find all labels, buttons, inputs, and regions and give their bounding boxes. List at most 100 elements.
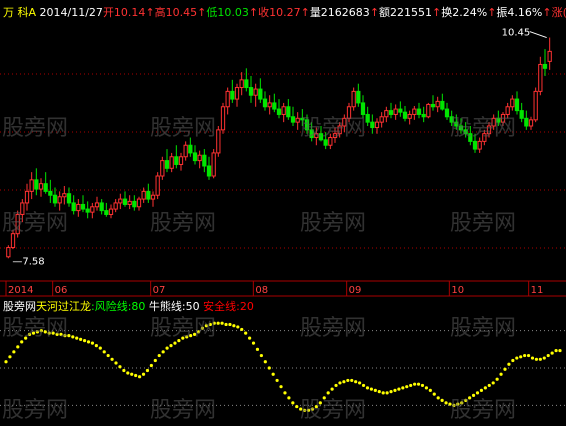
candle-body — [71, 202, 76, 212]
candle-body — [524, 117, 529, 127]
indicator-dot — [86, 340, 91, 344]
watermark: 股旁网 — [450, 211, 517, 236]
candle-body — [122, 198, 128, 205]
indicator-dot — [554, 348, 558, 353]
indicator-dot — [503, 367, 507, 371]
indicator-dot — [295, 404, 299, 409]
max-price-label: 10.45 — [502, 28, 531, 39]
header-item: 额221551 — [379, 6, 432, 19]
watermark: 股旁网 — [450, 116, 517, 141]
candle-body — [150, 194, 156, 200]
candle-body — [253, 88, 258, 96]
header-item: ↑ — [487, 6, 496, 19]
candle-body — [146, 190, 151, 200]
candle-body — [379, 116, 384, 123]
header-item: 涨(0.17) — [552, 6, 566, 19]
indicator-dot — [432, 392, 436, 396]
candle-body — [155, 175, 160, 196]
indicator-dot — [287, 396, 291, 400]
indicator-dot — [228, 322, 232, 327]
candle-body — [206, 165, 212, 177]
candle-body — [6, 247, 11, 258]
header-item: 2014/11/27 — [40, 6, 103, 19]
watermark: 股旁网 — [2, 116, 69, 141]
candle-body — [62, 193, 67, 198]
indicator-dot — [358, 381, 362, 385]
indicator-dot — [393, 388, 397, 392]
indicator-dot — [436, 396, 440, 400]
candle-body — [402, 111, 408, 119]
indicator-dot — [330, 387, 334, 391]
indicator-dot — [413, 382, 417, 386]
indicator-dot — [346, 378, 350, 383]
indicator-dot — [491, 381, 495, 385]
candle-body — [276, 108, 282, 115]
indicator-dot — [342, 380, 346, 384]
candle-body — [351, 90, 356, 108]
candle-body — [164, 160, 170, 169]
indicator-dot — [530, 356, 535, 360]
indicator-dot — [114, 361, 118, 365]
candle-body — [38, 183, 44, 190]
candle-body — [533, 90, 538, 121]
header-item: 量2162683 — [310, 6, 370, 19]
candle-body — [384, 110, 389, 118]
x-tick-label: 07 — [153, 285, 166, 296]
indicator-label: :风险线:80 — [91, 299, 145, 313]
indicator-dot — [416, 382, 421, 386]
candle-body — [132, 200, 137, 208]
header-item: ↑ — [301, 6, 310, 19]
candle-body — [365, 113, 370, 123]
indicator-dot — [118, 365, 122, 369]
indicator-dot — [141, 372, 146, 376]
candle-body — [514, 98, 520, 112]
indicator-dot — [267, 366, 271, 370]
candle-body — [178, 156, 184, 165]
indicator-dot — [377, 390, 381, 394]
indicator-dot — [420, 383, 425, 388]
indicator-dot — [149, 363, 153, 368]
candle-body — [267, 102, 272, 108]
candle-body — [444, 108, 450, 118]
candle-body — [113, 202, 118, 210]
candle-body — [258, 88, 263, 100]
candle-body — [48, 190, 53, 196]
indicator-dot — [542, 356, 546, 360]
indicator-dot — [511, 358, 515, 363]
candle-body — [76, 203, 81, 212]
indicator-dot — [240, 327, 244, 332]
header-item: ↑ — [542, 6, 551, 19]
candle-body — [547, 50, 552, 62]
indicator-dot — [487, 383, 491, 388]
indicator-dot — [334, 383, 338, 388]
candle-body — [472, 140, 478, 150]
candle-body — [85, 208, 90, 213]
indicator-dot — [550, 351, 554, 355]
watermark: 股旁网 — [300, 398, 367, 423]
candle-body — [174, 156, 179, 165]
indicator-dot — [220, 321, 224, 325]
candle-body — [108, 208, 114, 215]
candle-body — [262, 98, 268, 108]
indicator-dot — [153, 358, 157, 363]
candle-body — [188, 144, 193, 154]
candle-body — [272, 102, 277, 110]
indicator-dot — [534, 357, 539, 361]
candle-body — [430, 103, 436, 108]
indicator-dot — [283, 391, 287, 395]
candle-body — [90, 206, 95, 213]
indicator-dot — [444, 401, 448, 405]
candle-body — [197, 154, 202, 162]
header-item: ↑ — [432, 6, 441, 19]
header-item: 振4.16% — [496, 5, 542, 19]
indicator-dot — [409, 383, 413, 388]
indicator-dot — [236, 325, 240, 329]
indicator-dot — [279, 385, 283, 389]
candle-body — [393, 108, 398, 115]
indicator-dot — [75, 336, 79, 340]
indicator-dot — [161, 350, 165, 354]
candle-body — [66, 193, 72, 204]
indicator-dot — [538, 357, 542, 361]
candle-body — [118, 198, 123, 204]
watermark: 股旁网 — [150, 316, 217, 341]
